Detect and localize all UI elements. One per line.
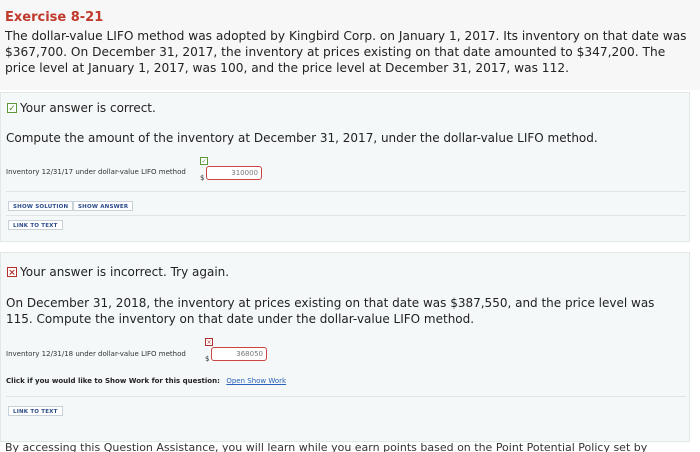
part2-status-text: Your answer is incorrect. Try again. — [20, 265, 230, 279]
part2-status: × Your answer is incorrect. Try again. — [7, 265, 229, 279]
part2-answer-input[interactable]: 368050 — [211, 347, 267, 361]
part1-status-text: Your answer is correct. — [20, 101, 156, 115]
part2-row-label: Inventory 12/31/18 under dollar-value LI… — [6, 350, 186, 358]
show-work-prompt: Click if you would like to Show Work for… — [6, 377, 220, 385]
show-solution-button[interactable]: SHOW SOLUTION — [8, 201, 74, 211]
currency-symbol: $ — [200, 174, 205, 182]
currency-symbol: $ — [205, 355, 210, 363]
x-icon: × — [205, 338, 213, 346]
footer-text: By accessing this Question Assistance, y… — [5, 442, 648, 452]
open-show-work-link[interactable]: Open Show Work — [226, 377, 286, 385]
part1-status: ✓ Your answer is correct. — [7, 101, 156, 115]
part1-question: Compute the amount of the inventory at D… — [6, 131, 598, 145]
exercise-title: Exercise 8-21 — [5, 10, 104, 25]
part1-answer-input[interactable]: 310000 — [206, 166, 262, 180]
check-icon: ✓ — [7, 103, 17, 114]
exercise-header: Exercise 8-21 The dollar-value LIFO meth… — [0, 0, 700, 90]
show-work-row: Click if you would like to Show Work for… — [6, 377, 286, 385]
link-to-text-button[interactable]: LINK TO TEXT — [8, 406, 63, 416]
problem-statement: The dollar-value LIFO method was adopted… — [5, 29, 687, 75]
part2-section: × Your answer is incorrect. Try again. O… — [0, 252, 690, 442]
divider — [6, 396, 686, 397]
part1-section: ✓ Your answer is correct. Compute the am… — [0, 92, 690, 242]
divider — [6, 191, 686, 192]
part1-row-label: Inventory 12/31/17 under dollar-value LI… — [6, 168, 186, 176]
check-icon: ✓ — [200, 157, 208, 165]
show-answer-button[interactable]: SHOW ANSWER — [73, 201, 134, 211]
link-to-text-button[interactable]: LINK TO TEXT — [8, 220, 63, 230]
part2-question: On December 31, 2018, the inventory at p… — [6, 296, 655, 326]
divider — [6, 215, 686, 216]
x-icon: × — [7, 267, 17, 278]
